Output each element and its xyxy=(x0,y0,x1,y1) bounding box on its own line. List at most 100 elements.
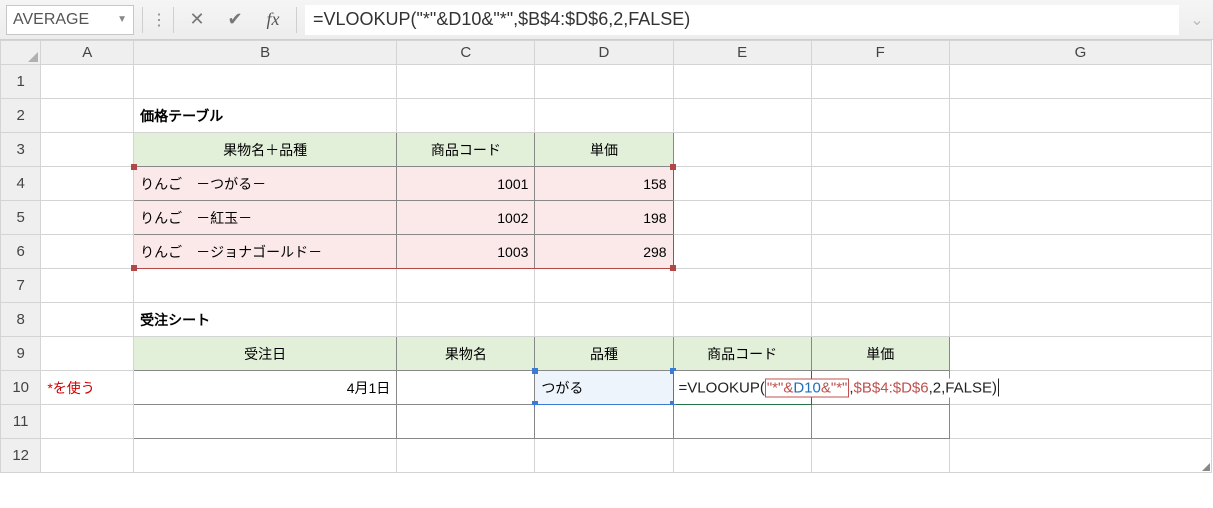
cell-B6[interactable]: りんご －ジョナゴールド－ xyxy=(134,235,397,269)
chevron-down-icon[interactable]: ▼ xyxy=(117,14,127,25)
cell-E10[interactable]: =VLOOKUP("*"&D10&"*",$B$4:$D$6,2,FALSE) xyxy=(673,371,811,405)
row-header-3[interactable]: 3 xyxy=(1,133,41,167)
col-header-E[interactable]: E xyxy=(673,41,811,65)
cell-B7[interactable] xyxy=(134,269,397,303)
cell-G7[interactable] xyxy=(949,269,1211,303)
cell-D6[interactable]: 298 xyxy=(535,235,673,269)
cell-C9[interactable]: 果物名 xyxy=(397,337,535,371)
cell-A6[interactable] xyxy=(41,235,134,269)
cell-C4[interactable]: 1001 xyxy=(397,167,535,201)
cell-G6[interactable] xyxy=(949,235,1211,269)
cell-A8[interactable] xyxy=(41,303,134,337)
cell-A4[interactable] xyxy=(41,167,134,201)
cell-D8[interactable] xyxy=(535,303,673,337)
cell-B4[interactable]: りんご －つがる－ xyxy=(134,167,397,201)
cell-D3[interactable]: 単価 xyxy=(535,133,673,167)
cell-D12[interactable] xyxy=(535,439,673,473)
expand-dots-icon[interactable]: ⋮ xyxy=(151,10,165,30)
cell-A2[interactable] xyxy=(41,99,134,133)
row-header-10[interactable]: 10 xyxy=(1,371,41,405)
cell-A9[interactable] xyxy=(41,337,134,371)
cell-D7[interactable] xyxy=(535,269,673,303)
cell-C12[interactable] xyxy=(397,439,535,473)
cell-E5[interactable] xyxy=(673,201,811,235)
cell-C2[interactable] xyxy=(397,99,535,133)
spreadsheet-grid[interactable]: A B C D E F G 1 2 価格テーブル xyxy=(0,40,1213,508)
cell-F1[interactable] xyxy=(811,65,949,99)
row-header-12[interactable]: 12 xyxy=(1,439,41,473)
cell-C3[interactable]: 商品コード xyxy=(397,133,535,167)
cell-A7[interactable] xyxy=(41,269,134,303)
cell-B11[interactable] xyxy=(134,405,397,439)
cell-G8[interactable] xyxy=(949,303,1211,337)
cell-G9[interactable] xyxy=(949,337,1211,371)
select-all-corner[interactable] xyxy=(1,41,41,65)
fx-icon[interactable]: fx xyxy=(258,5,288,35)
cell-E3[interactable] xyxy=(673,133,811,167)
inline-formula[interactable]: =VLOOKUP("*"&D10&"*",$B$4:$D$6,2,FALSE) xyxy=(678,378,1000,397)
cell-F5[interactable] xyxy=(811,201,949,235)
cell-C6[interactable]: 1003 xyxy=(397,235,535,269)
cell-E9[interactable]: 商品コード xyxy=(673,337,811,371)
cell-D9[interactable]: 品種 xyxy=(535,337,673,371)
cell-F6[interactable] xyxy=(811,235,949,269)
cell-F3[interactable] xyxy=(811,133,949,167)
cell-E7[interactable] xyxy=(673,269,811,303)
cell-F7[interactable] xyxy=(811,269,949,303)
cell-E6[interactable] xyxy=(673,235,811,269)
enter-icon[interactable]: ✔ xyxy=(220,5,250,35)
cell-G11[interactable] xyxy=(949,405,1211,439)
col-header-G[interactable]: G xyxy=(949,41,1211,65)
col-header-F[interactable]: F xyxy=(811,41,949,65)
cell-D10[interactable]: つがる xyxy=(535,371,673,405)
cell-F12[interactable] xyxy=(811,439,949,473)
cell-D2[interactable] xyxy=(535,99,673,133)
cell-B8[interactable]: 受注シート xyxy=(134,303,397,337)
cell-B10[interactable]: 4月1日 xyxy=(134,371,397,405)
row-header-4[interactable]: 4 xyxy=(1,167,41,201)
row-header-6[interactable]: 6 xyxy=(1,235,41,269)
cell-G4[interactable] xyxy=(949,167,1211,201)
formula-bar-expand-icon[interactable]: ⌄ xyxy=(1187,10,1207,30)
cell-E1[interactable] xyxy=(673,65,811,99)
col-header-D[interactable]: D xyxy=(535,41,673,65)
row-header-5[interactable]: 5 xyxy=(1,201,41,235)
cell-G3[interactable] xyxy=(949,133,1211,167)
cell-F8[interactable] xyxy=(811,303,949,337)
cell-E11[interactable] xyxy=(673,405,811,439)
cell-E2[interactable] xyxy=(673,99,811,133)
cell-B3[interactable]: 果物名＋品種 xyxy=(134,133,397,167)
cell-A5[interactable] xyxy=(41,201,134,235)
col-header-A[interactable]: A xyxy=(41,41,134,65)
cell-D11[interactable] xyxy=(535,405,673,439)
cell-C5[interactable]: 1002 xyxy=(397,201,535,235)
cell-A1[interactable] xyxy=(41,65,134,99)
col-header-C[interactable]: C xyxy=(397,41,535,65)
cell-E4[interactable] xyxy=(673,167,811,201)
cell-A3[interactable] xyxy=(41,133,134,167)
cell-G1[interactable] xyxy=(949,65,1211,99)
cell-C11[interactable] xyxy=(397,405,535,439)
cell-D1[interactable] xyxy=(535,65,673,99)
cell-D4[interactable]: 158 xyxy=(535,167,673,201)
cancel-icon[interactable]: ✕ xyxy=(182,5,212,35)
col-header-B[interactable]: B xyxy=(134,41,397,65)
cell-B1[interactable] xyxy=(134,65,397,99)
cell-E12[interactable] xyxy=(673,439,811,473)
cell-C8[interactable] xyxy=(397,303,535,337)
cell-B9[interactable]: 受注日 xyxy=(134,337,397,371)
row-header-2[interactable]: 2 xyxy=(1,99,41,133)
row-header-11[interactable]: 11 xyxy=(1,405,41,439)
name-box[interactable]: AVERAGE ▼ xyxy=(6,5,134,35)
cell-F2[interactable] xyxy=(811,99,949,133)
row-header-1[interactable]: 1 xyxy=(1,65,41,99)
row-header-9[interactable]: 9 xyxy=(1,337,41,371)
cell-F9[interactable]: 単価 xyxy=(811,337,949,371)
cell-B5[interactable]: りんご －紅玉－ xyxy=(134,201,397,235)
cell-C1[interactable] xyxy=(397,65,535,99)
row-header-8[interactable]: 8 xyxy=(1,303,41,337)
cell-B2[interactable]: 価格テーブル xyxy=(134,99,397,133)
cell-A12[interactable] xyxy=(41,439,134,473)
cell-A11[interactable] xyxy=(41,405,134,439)
cell-F11[interactable] xyxy=(811,405,949,439)
